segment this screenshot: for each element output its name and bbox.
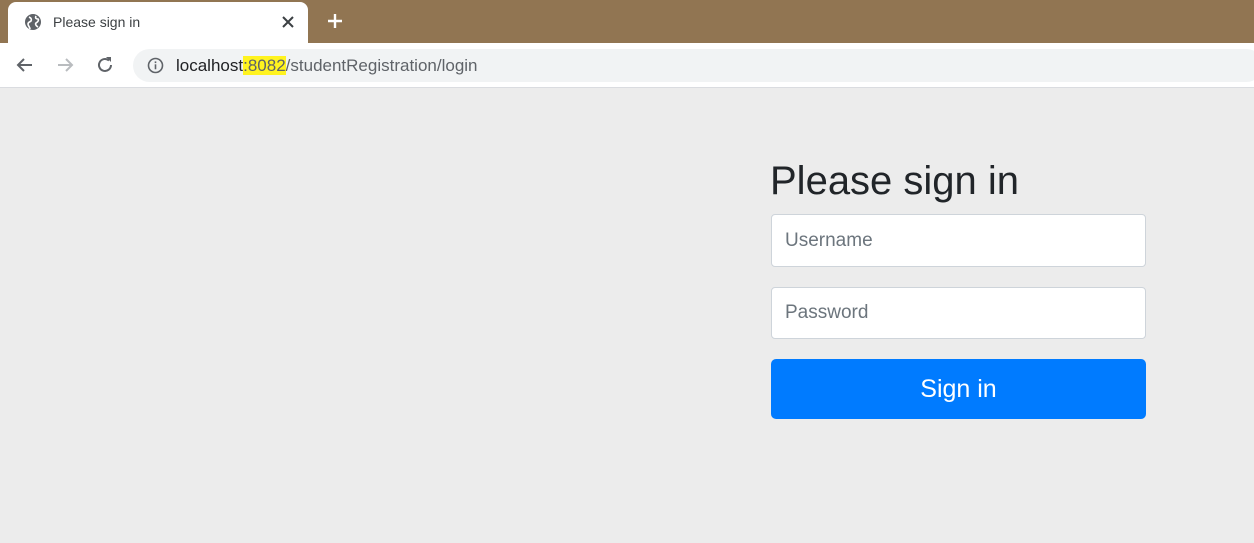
close-icon[interactable] bbox=[280, 14, 296, 30]
back-arrow-icon[interactable] bbox=[14, 54, 36, 76]
url-host: localhost bbox=[176, 56, 244, 75]
page-content: Please sign in Sign in bbox=[0, 89, 1254, 543]
new-tab-icon[interactable] bbox=[325, 11, 345, 31]
browser-toolbar: localhost:8082/studentRegistration/login bbox=[0, 43, 1254, 88]
info-icon[interactable] bbox=[147, 57, 164, 74]
active-tab[interactable]: Please sign in bbox=[8, 2, 308, 43]
tab-title: Please sign in bbox=[53, 14, 141, 30]
forward-arrow-icon[interactable] bbox=[54, 54, 76, 76]
address-bar[interactable]: localhost:8082/studentRegistration/login bbox=[133, 49, 1254, 82]
url-text[interactable]: localhost:8082/studentRegistration/login bbox=[176, 56, 478, 75]
username-input[interactable] bbox=[771, 214, 1146, 267]
reload-icon[interactable] bbox=[94, 54, 116, 76]
url-path: /studentRegistration/login bbox=[285, 56, 478, 75]
password-input[interactable] bbox=[771, 287, 1146, 339]
globe-icon bbox=[25, 14, 41, 30]
sign-in-button[interactable]: Sign in bbox=[771, 359, 1146, 419]
page-title: Please sign in bbox=[770, 159, 1020, 203]
tab-strip: Please sign in bbox=[0, 0, 1254, 43]
url-port: 8082 bbox=[247, 56, 286, 75]
